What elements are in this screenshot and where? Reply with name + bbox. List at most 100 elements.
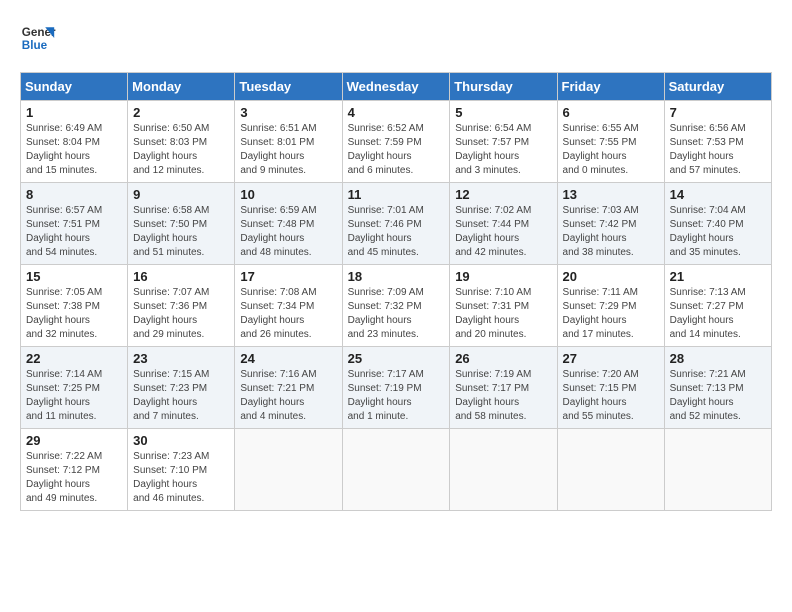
- calendar-cell: 6 Sunrise: 6:55 AMSunset: 7:55 PMDayligh…: [557, 101, 664, 183]
- calendar-cell: 15 Sunrise: 7:05 AMSunset: 7:38 PMDaylig…: [21, 265, 128, 347]
- day-number: 24: [240, 351, 336, 366]
- calendar-cell: [664, 429, 771, 511]
- day-info: Sunrise: 7:07 AMSunset: 7:36 PMDaylight …: [133, 287, 209, 340]
- calendar-cell: 17 Sunrise: 7:08 AMSunset: 7:34 PMDaylig…: [235, 265, 342, 347]
- day-info: Sunrise: 7:19 AMSunset: 7:17 PMDaylight …: [455, 369, 531, 422]
- day-info: Sunrise: 6:58 AMSunset: 7:50 PMDaylight …: [133, 205, 209, 258]
- day-number: 12: [455, 187, 551, 202]
- calendar-cell: [557, 429, 664, 511]
- day-info: Sunrise: 6:52 AMSunset: 7:59 PMDaylight …: [348, 123, 424, 176]
- day-info: Sunrise: 7:23 AMSunset: 7:10 PMDaylight …: [133, 451, 209, 504]
- svg-text:Blue: Blue: [22, 39, 48, 52]
- day-number: 22: [26, 351, 122, 366]
- calendar-cell: 4 Sunrise: 6:52 AMSunset: 7:59 PMDayligh…: [342, 101, 450, 183]
- day-info: Sunrise: 7:20 AMSunset: 7:15 PMDaylight …: [563, 369, 639, 422]
- day-number: 29: [26, 433, 122, 448]
- day-number: 30: [133, 433, 229, 448]
- calendar-cell: 5 Sunrise: 6:54 AMSunset: 7:57 PMDayligh…: [450, 101, 557, 183]
- day-number: 17: [240, 269, 336, 284]
- day-number: 5: [455, 105, 551, 120]
- day-number: 27: [563, 351, 659, 366]
- calendar-week-row: 8 Sunrise: 6:57 AMSunset: 7:51 PMDayligh…: [21, 183, 772, 265]
- day-info: Sunrise: 7:02 AMSunset: 7:44 PMDaylight …: [455, 205, 531, 258]
- calendar-cell: 28 Sunrise: 7:21 AMSunset: 7:13 PMDaylig…: [664, 347, 771, 429]
- calendar-cell: 14 Sunrise: 7:04 AMSunset: 7:40 PMDaylig…: [664, 183, 771, 265]
- calendar-cell: 19 Sunrise: 7:10 AMSunset: 7:31 PMDaylig…: [450, 265, 557, 347]
- calendar-cell: 30 Sunrise: 7:23 AMSunset: 7:10 PMDaylig…: [128, 429, 235, 511]
- day-number: 1: [26, 105, 122, 120]
- day-number: 6: [563, 105, 659, 120]
- calendar-header-row: SundayMondayTuesdayWednesdayThursdayFrid…: [21, 73, 772, 101]
- day-info: Sunrise: 7:22 AMSunset: 7:12 PMDaylight …: [26, 451, 102, 504]
- calendar-cell: [342, 429, 450, 511]
- calendar-cell: [450, 429, 557, 511]
- day-info: Sunrise: 7:15 AMSunset: 7:23 PMDaylight …: [133, 369, 209, 422]
- day-number: 7: [670, 105, 766, 120]
- day-number: 26: [455, 351, 551, 366]
- calendar-cell: 10 Sunrise: 6:59 AMSunset: 7:48 PMDaylig…: [235, 183, 342, 265]
- day-number: 19: [455, 269, 551, 284]
- day-info: Sunrise: 6:49 AMSunset: 8:04 PMDaylight …: [26, 123, 102, 176]
- calendar-cell: 29 Sunrise: 7:22 AMSunset: 7:12 PMDaylig…: [21, 429, 128, 511]
- day-info: Sunrise: 6:57 AMSunset: 7:51 PMDaylight …: [26, 205, 102, 258]
- calendar-table: SundayMondayTuesdayWednesdayThursdayFrid…: [20, 72, 772, 511]
- logo-icon: General Blue: [20, 20, 56, 56]
- day-info: Sunrise: 7:11 AMSunset: 7:29 PMDaylight …: [563, 287, 638, 340]
- day-info: Sunrise: 7:10 AMSunset: 7:31 PMDaylight …: [455, 287, 531, 340]
- day-number: 10: [240, 187, 336, 202]
- day-number: 9: [133, 187, 229, 202]
- day-number: 8: [26, 187, 122, 202]
- column-header-monday: Monday: [128, 73, 235, 101]
- day-info: Sunrise: 7:17 AMSunset: 7:19 PMDaylight …: [348, 369, 424, 422]
- calendar-week-row: 22 Sunrise: 7:14 AMSunset: 7:25 PMDaylig…: [21, 347, 772, 429]
- calendar-cell: 27 Sunrise: 7:20 AMSunset: 7:15 PMDaylig…: [557, 347, 664, 429]
- calendar-cell: 16 Sunrise: 7:07 AMSunset: 7:36 PMDaylig…: [128, 265, 235, 347]
- calendar-cell: 24 Sunrise: 7:16 AMSunset: 7:21 PMDaylig…: [235, 347, 342, 429]
- header: General Blue: [20, 20, 772, 56]
- calendar-cell: [235, 429, 342, 511]
- calendar-cell: 18 Sunrise: 7:09 AMSunset: 7:32 PMDaylig…: [342, 265, 450, 347]
- day-number: 4: [348, 105, 445, 120]
- calendar-cell: 9 Sunrise: 6:58 AMSunset: 7:50 PMDayligh…: [128, 183, 235, 265]
- column-header-saturday: Saturday: [664, 73, 771, 101]
- calendar-cell: 2 Sunrise: 6:50 AMSunset: 8:03 PMDayligh…: [128, 101, 235, 183]
- day-number: 2: [133, 105, 229, 120]
- calendar-cell: 25 Sunrise: 7:17 AMSunset: 7:19 PMDaylig…: [342, 347, 450, 429]
- day-number: 23: [133, 351, 229, 366]
- calendar-cell: 3 Sunrise: 6:51 AMSunset: 8:01 PMDayligh…: [235, 101, 342, 183]
- day-info: Sunrise: 6:54 AMSunset: 7:57 PMDaylight …: [455, 123, 531, 176]
- calendar-cell: 11 Sunrise: 7:01 AMSunset: 7:46 PMDaylig…: [342, 183, 450, 265]
- day-info: Sunrise: 7:21 AMSunset: 7:13 PMDaylight …: [670, 369, 746, 422]
- day-number: 3: [240, 105, 336, 120]
- day-info: Sunrise: 7:13 AMSunset: 7:27 PMDaylight …: [670, 287, 746, 340]
- calendar-week-row: 29 Sunrise: 7:22 AMSunset: 7:12 PMDaylig…: [21, 429, 772, 511]
- day-info: Sunrise: 6:56 AMSunset: 7:53 PMDaylight …: [670, 123, 746, 176]
- day-number: 13: [563, 187, 659, 202]
- logo: General Blue: [20, 20, 56, 56]
- calendar-cell: 23 Sunrise: 7:15 AMSunset: 7:23 PMDaylig…: [128, 347, 235, 429]
- day-number: 16: [133, 269, 229, 284]
- day-info: Sunrise: 6:59 AMSunset: 7:48 PMDaylight …: [240, 205, 316, 258]
- day-number: 15: [26, 269, 122, 284]
- day-number: 20: [563, 269, 659, 284]
- calendar-cell: 20 Sunrise: 7:11 AMSunset: 7:29 PMDaylig…: [557, 265, 664, 347]
- day-info: Sunrise: 6:55 AMSunset: 7:55 PMDaylight …: [563, 123, 639, 176]
- calendar-cell: 21 Sunrise: 7:13 AMSunset: 7:27 PMDaylig…: [664, 265, 771, 347]
- day-number: 11: [348, 187, 445, 202]
- column-header-friday: Friday: [557, 73, 664, 101]
- day-info: Sunrise: 7:14 AMSunset: 7:25 PMDaylight …: [26, 369, 102, 422]
- day-number: 14: [670, 187, 766, 202]
- day-info: Sunrise: 6:50 AMSunset: 8:03 PMDaylight …: [133, 123, 209, 176]
- day-info: Sunrise: 7:04 AMSunset: 7:40 PMDaylight …: [670, 205, 746, 258]
- calendar-cell: 7 Sunrise: 6:56 AMSunset: 7:53 PMDayligh…: [664, 101, 771, 183]
- calendar-cell: 26 Sunrise: 7:19 AMSunset: 7:17 PMDaylig…: [450, 347, 557, 429]
- day-number: 28: [670, 351, 766, 366]
- column-header-wednesday: Wednesday: [342, 73, 450, 101]
- day-number: 25: [348, 351, 445, 366]
- day-info: Sunrise: 7:03 AMSunset: 7:42 PMDaylight …: [563, 205, 639, 258]
- column-header-sunday: Sunday: [21, 73, 128, 101]
- calendar-body: 1 Sunrise: 6:49 AMSunset: 8:04 PMDayligh…: [21, 101, 772, 511]
- calendar-week-row: 15 Sunrise: 7:05 AMSunset: 7:38 PMDaylig…: [21, 265, 772, 347]
- day-info: Sunrise: 7:16 AMSunset: 7:21 PMDaylight …: [240, 369, 316, 422]
- column-header-thursday: Thursday: [450, 73, 557, 101]
